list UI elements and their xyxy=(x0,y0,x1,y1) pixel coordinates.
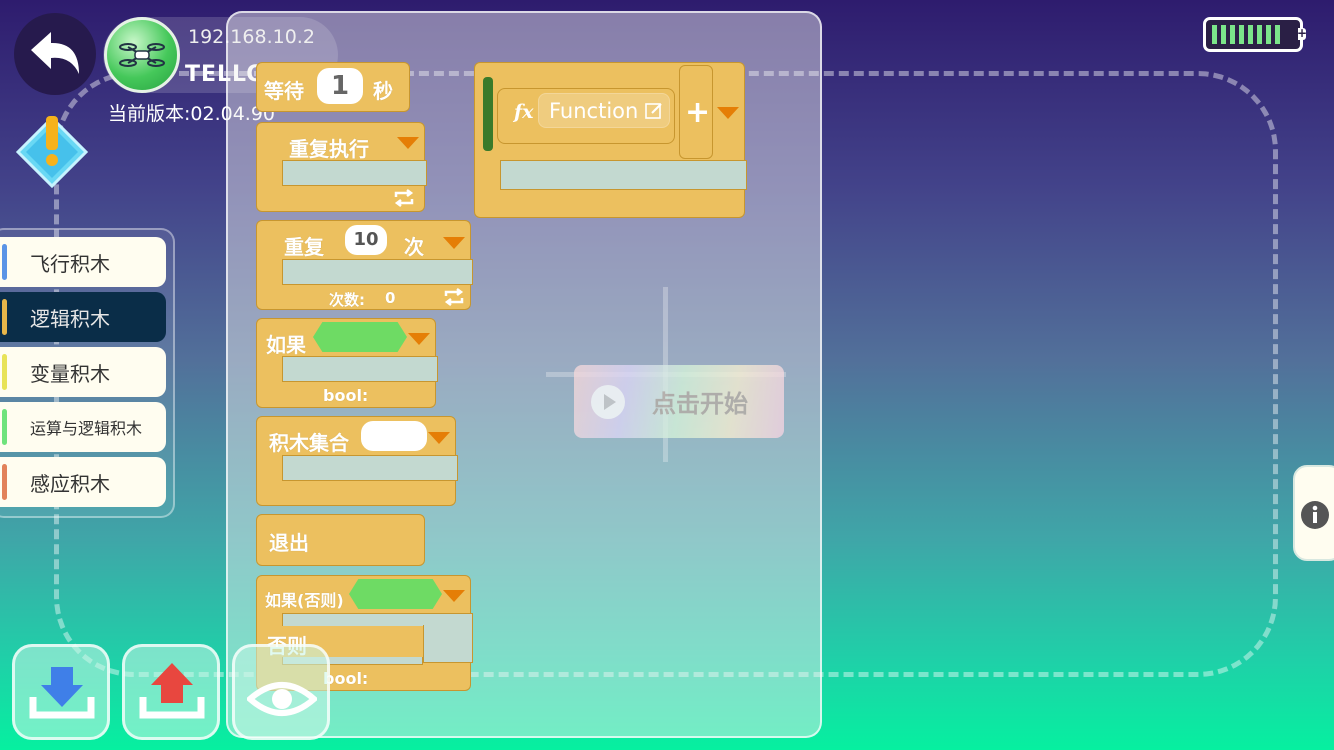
loop-icon xyxy=(444,288,464,306)
block-slot xyxy=(423,625,473,663)
dropdown-arrow-icon[interactable] xyxy=(397,137,419,149)
download-icon xyxy=(29,667,95,719)
category-label: 运算与逻辑积木 xyxy=(30,419,143,438)
repeat-label: 重复 xyxy=(284,235,324,259)
block-slot xyxy=(282,356,438,382)
function-name-input[interactable]: Function xyxy=(538,93,670,128)
export-button[interactable] xyxy=(122,644,220,740)
condition-slot[interactable] xyxy=(349,579,442,609)
repeat-block[interactable]: 重复 10 次 次数: 0 xyxy=(256,220,473,310)
category-color-bar xyxy=(2,354,7,390)
function-marker xyxy=(483,77,493,151)
exit-block[interactable]: 退出 xyxy=(256,514,425,566)
repeat-counter-value: 0 xyxy=(385,289,396,307)
category-sensing[interactable]: 感应积木 xyxy=(0,457,166,507)
category-color-bar xyxy=(2,244,7,280)
battery-segment xyxy=(1248,25,1253,44)
battery-segment xyxy=(1239,25,1244,44)
dropdown-arrow-icon[interactable] xyxy=(443,590,465,602)
category-color-bar xyxy=(2,299,7,335)
collection-label: 积木集合 xyxy=(269,431,349,455)
category-flight[interactable]: 飞行积木 xyxy=(0,237,166,287)
drone-avatar[interactable] xyxy=(104,17,180,93)
wait-block[interactable]: 等待 1 秒 xyxy=(256,62,410,112)
battery-segment xyxy=(1275,25,1280,44)
eye-icon xyxy=(247,682,317,716)
warning-button[interactable] xyxy=(12,112,92,192)
category-variable[interactable]: 变量积木 xyxy=(0,347,166,397)
block-slot xyxy=(282,455,458,481)
upload-icon xyxy=(139,663,205,719)
dropdown-arrow-icon[interactable] xyxy=(408,333,430,345)
play-icon xyxy=(591,384,625,419)
category-operators[interactable]: 运算与逻辑积木 xyxy=(0,402,166,452)
function-block[interactable]: fx + xyxy=(474,62,747,218)
warning-icon xyxy=(15,115,89,189)
repeat-count-input[interactable]: 10 xyxy=(345,225,387,255)
battery-segment xyxy=(1230,25,1235,44)
dropdown-arrow-icon[interactable] xyxy=(443,237,465,249)
battery-indicator xyxy=(1203,17,1303,52)
repeat-counter-label: 次数: xyxy=(329,291,365,309)
function-add-param[interactable]: + xyxy=(679,65,713,159)
category-logic[interactable]: 逻辑积木 xyxy=(0,292,166,342)
repeat-forever-block[interactable]: 重复执行 xyxy=(256,122,427,212)
wait-seconds-input[interactable]: 1 xyxy=(317,68,363,104)
block-slot xyxy=(282,259,473,285)
start-label: 点击开始 xyxy=(652,390,748,418)
wait-label: 等待 xyxy=(264,79,304,103)
preview-button[interactable] xyxy=(232,644,330,740)
drone-icon xyxy=(119,43,165,67)
dropdown-arrow-icon[interactable] xyxy=(428,432,450,444)
collection-name-input[interactable] xyxy=(361,421,427,451)
if-block[interactable]: 如果 bool: xyxy=(256,318,438,408)
edit-icon[interactable] xyxy=(644,101,664,121)
collection-block[interactable]: 积木集合 xyxy=(256,416,458,506)
info-icon xyxy=(1301,501,1329,529)
back-arrow-icon xyxy=(31,32,79,74)
category-label: 逻辑积木 xyxy=(30,306,110,331)
dropdown-arrow-icon[interactable] xyxy=(717,107,739,119)
function-fx-icon: fx xyxy=(514,101,534,123)
repeat-forever-label: 重复执行 xyxy=(289,137,369,161)
category-label: 变量积木 xyxy=(30,361,110,386)
loop-icon xyxy=(394,189,414,207)
battery-segment xyxy=(1257,25,1262,44)
block-slot xyxy=(282,160,427,186)
function-name: Function xyxy=(549,98,639,123)
bool-label: bool: xyxy=(323,386,369,405)
plus-icon: + xyxy=(685,95,711,130)
wait-unit: 秒 xyxy=(373,79,393,103)
block-slot xyxy=(500,160,747,190)
if-label: 如果 xyxy=(266,333,306,357)
condition-slot[interactable] xyxy=(313,322,407,352)
battery-segment xyxy=(1266,25,1271,44)
start-button[interactable]: 点击开始 xyxy=(574,365,784,438)
if-else-label: 如果(否则) xyxy=(265,591,344,610)
battery-segment xyxy=(1212,25,1217,44)
category-color-bar xyxy=(2,409,7,445)
battery-plus: + xyxy=(1297,26,1308,40)
repeat-unit: 次 xyxy=(404,235,424,259)
exit-label: 退出 xyxy=(269,531,309,555)
category-color-bar xyxy=(2,464,7,500)
battery-segment xyxy=(1221,25,1226,44)
import-button[interactable] xyxy=(12,644,110,740)
category-label: 感应积木 xyxy=(30,471,110,496)
info-tab[interactable] xyxy=(1293,465,1334,561)
category-label: 飞行积木 xyxy=(30,251,110,276)
back-button[interactable] xyxy=(14,13,96,95)
